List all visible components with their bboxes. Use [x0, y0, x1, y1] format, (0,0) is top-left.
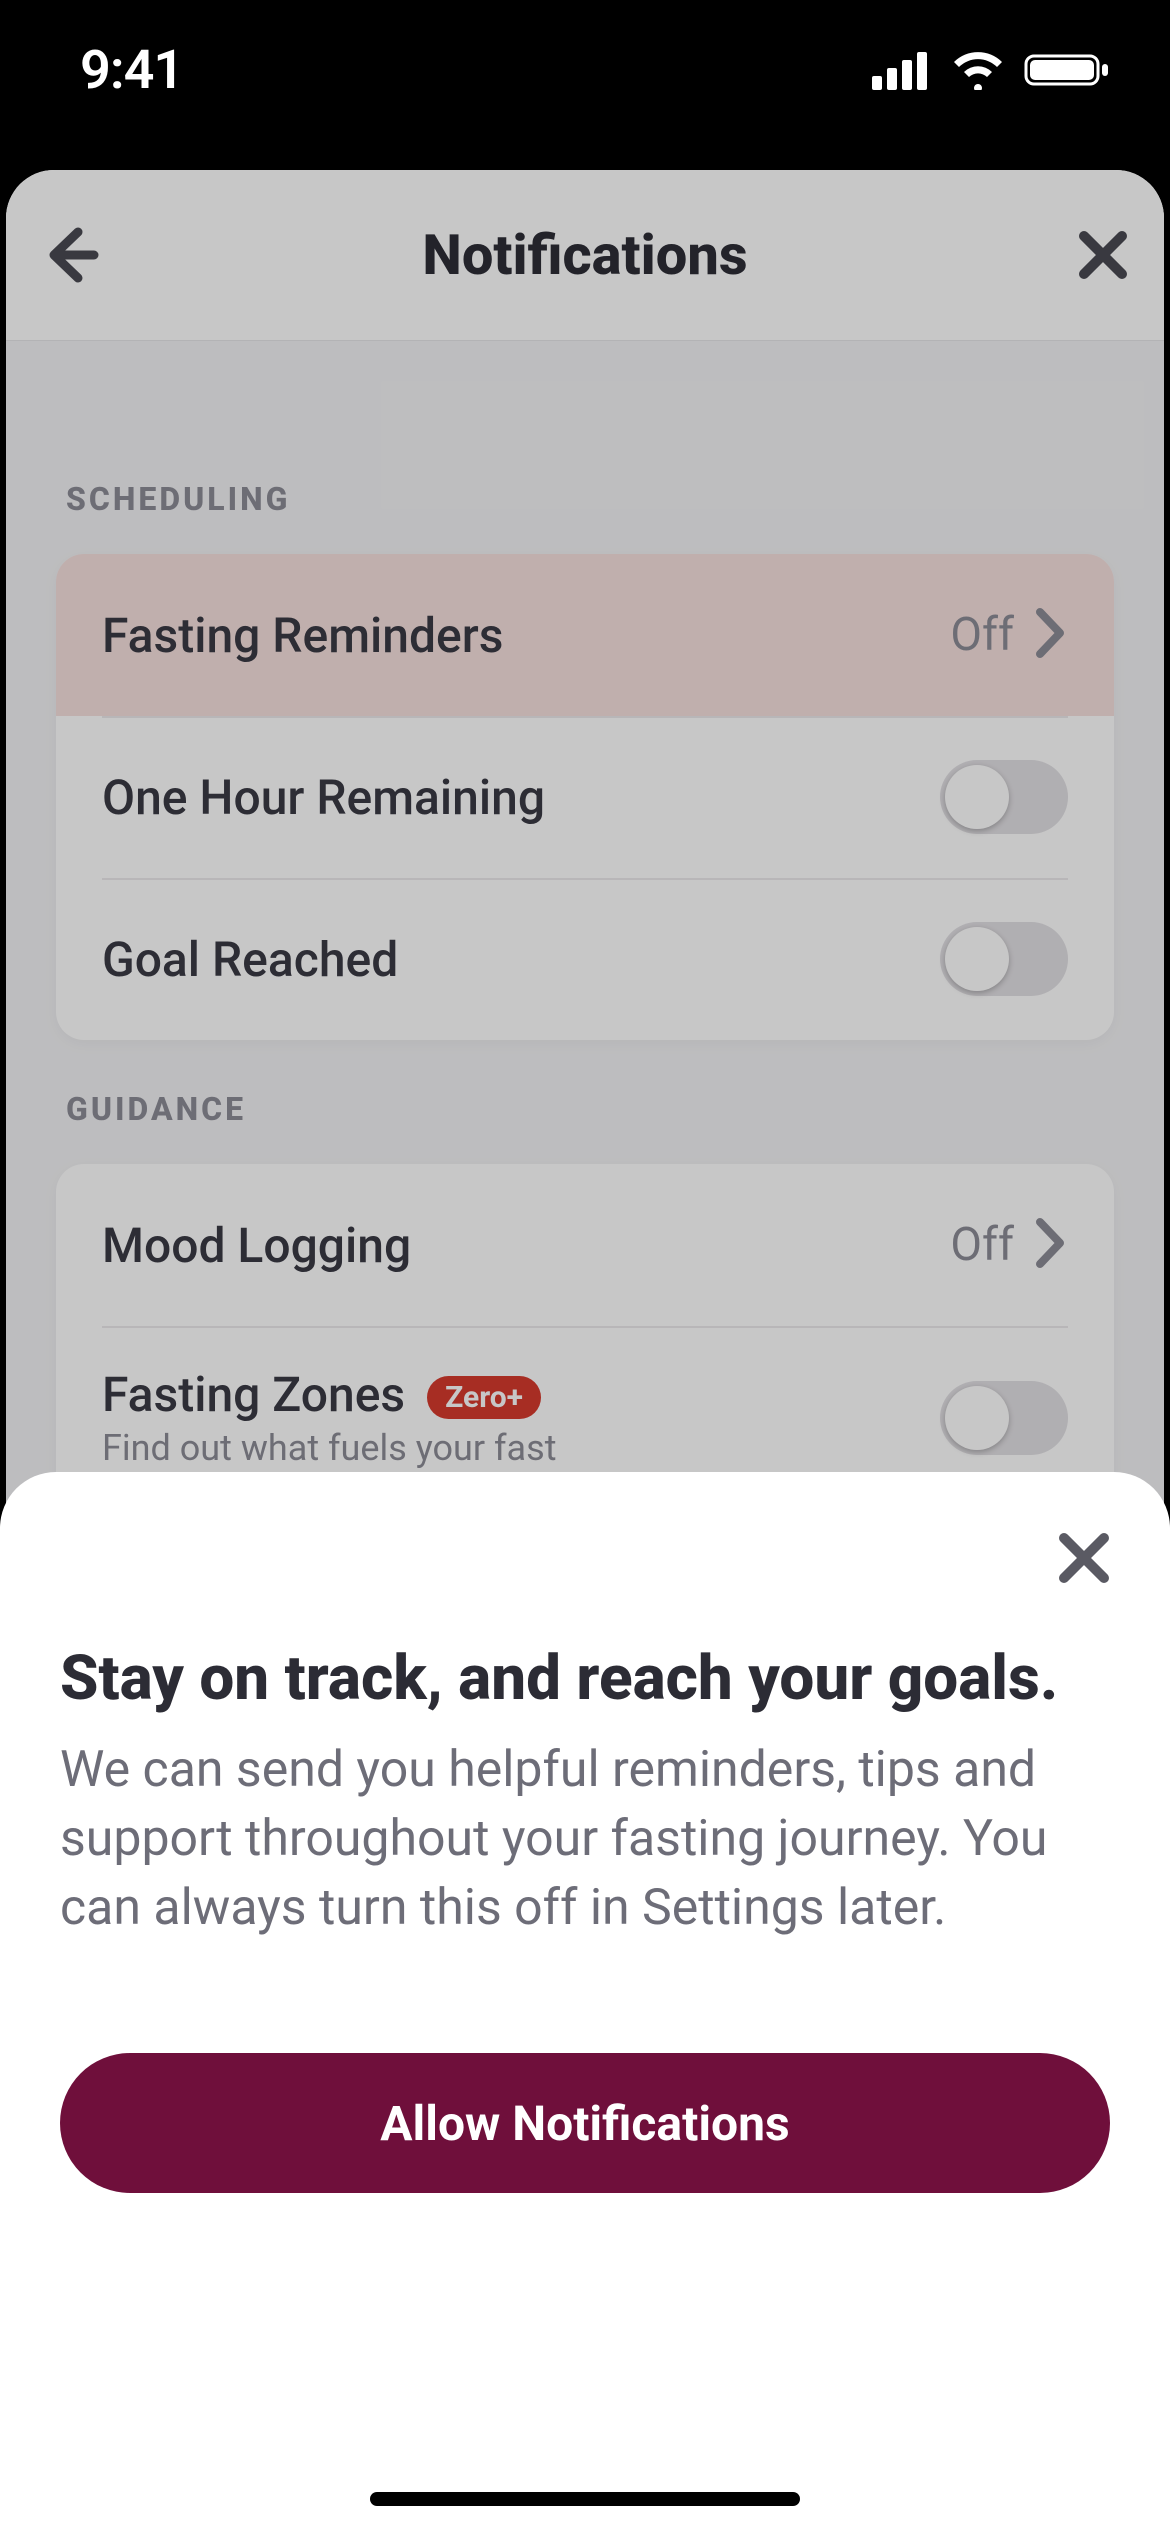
row-fasting-reminders[interactable]: Fasting Reminders Off: [56, 554, 1114, 716]
page-title: Notifications: [422, 222, 747, 288]
toggle-one-hour[interactable]: [940, 760, 1068, 834]
status-indicators: [872, 50, 1110, 90]
row-label: Fasting Reminders: [102, 607, 503, 664]
page-header: Notifications: [6, 170, 1164, 340]
row-sublabel: Find out what fuels your fast: [102, 1427, 556, 1469]
home-indicator[interactable]: [370, 2492, 800, 2506]
zero-plus-badge: Zero+: [427, 1376, 541, 1419]
row-goal-reached[interactable]: Goal Reached: [56, 878, 1114, 1040]
chevron-right-icon: [1034, 606, 1068, 664]
row-value: Off: [950, 1218, 1014, 1272]
wifi-icon: [950, 50, 1006, 90]
row-mood-logging[interactable]: Mood Logging Off: [56, 1164, 1114, 1326]
cellular-icon: [872, 50, 932, 90]
button-label: Allow Notifications: [380, 2095, 789, 2152]
sheet-title: Stay on track, and reach your goals.: [60, 1642, 1110, 1716]
row-label: Fasting Zones: [102, 1366, 405, 1423]
toggle-goal-reached[interactable]: [940, 922, 1068, 996]
status-time: 9:41: [80, 39, 183, 102]
scheduling-card: Fasting Reminders Off One Hour Remaining…: [56, 554, 1114, 1040]
back-button[interactable]: [36, 220, 106, 290]
close-button[interactable]: [1072, 224, 1134, 286]
allow-notifications-button[interactable]: Allow Notifications: [60, 2053, 1110, 2193]
row-label: Goal Reached: [102, 931, 398, 988]
toggle-fasting-zones[interactable]: [940, 1381, 1068, 1455]
chevron-right-icon: [1034, 1216, 1068, 1274]
row-one-hour-remaining[interactable]: One Hour Remaining: [56, 716, 1114, 878]
sheet-close-button[interactable]: [1054, 1528, 1114, 1588]
guidance-card: Mood Logging Off Fasting Zones Zero+ Fin…: [56, 1164, 1114, 1509]
sheet-body: We can send you helpful reminders, tips …: [60, 1736, 1110, 1943]
row-label: One Hour Remaining: [102, 769, 545, 826]
row-value: Off: [950, 608, 1014, 662]
section-title-guidance: GUIDANCE: [66, 1090, 1114, 1128]
row-label: Mood Logging: [102, 1217, 411, 1274]
allow-notifications-sheet: Stay on track, and reach your goals. We …: [0, 1472, 1170, 2532]
battery-icon: [1024, 50, 1110, 90]
section-title-scheduling: SCHEDULING: [66, 480, 1114, 518]
status-bar: 9:41: [0, 0, 1170, 140]
